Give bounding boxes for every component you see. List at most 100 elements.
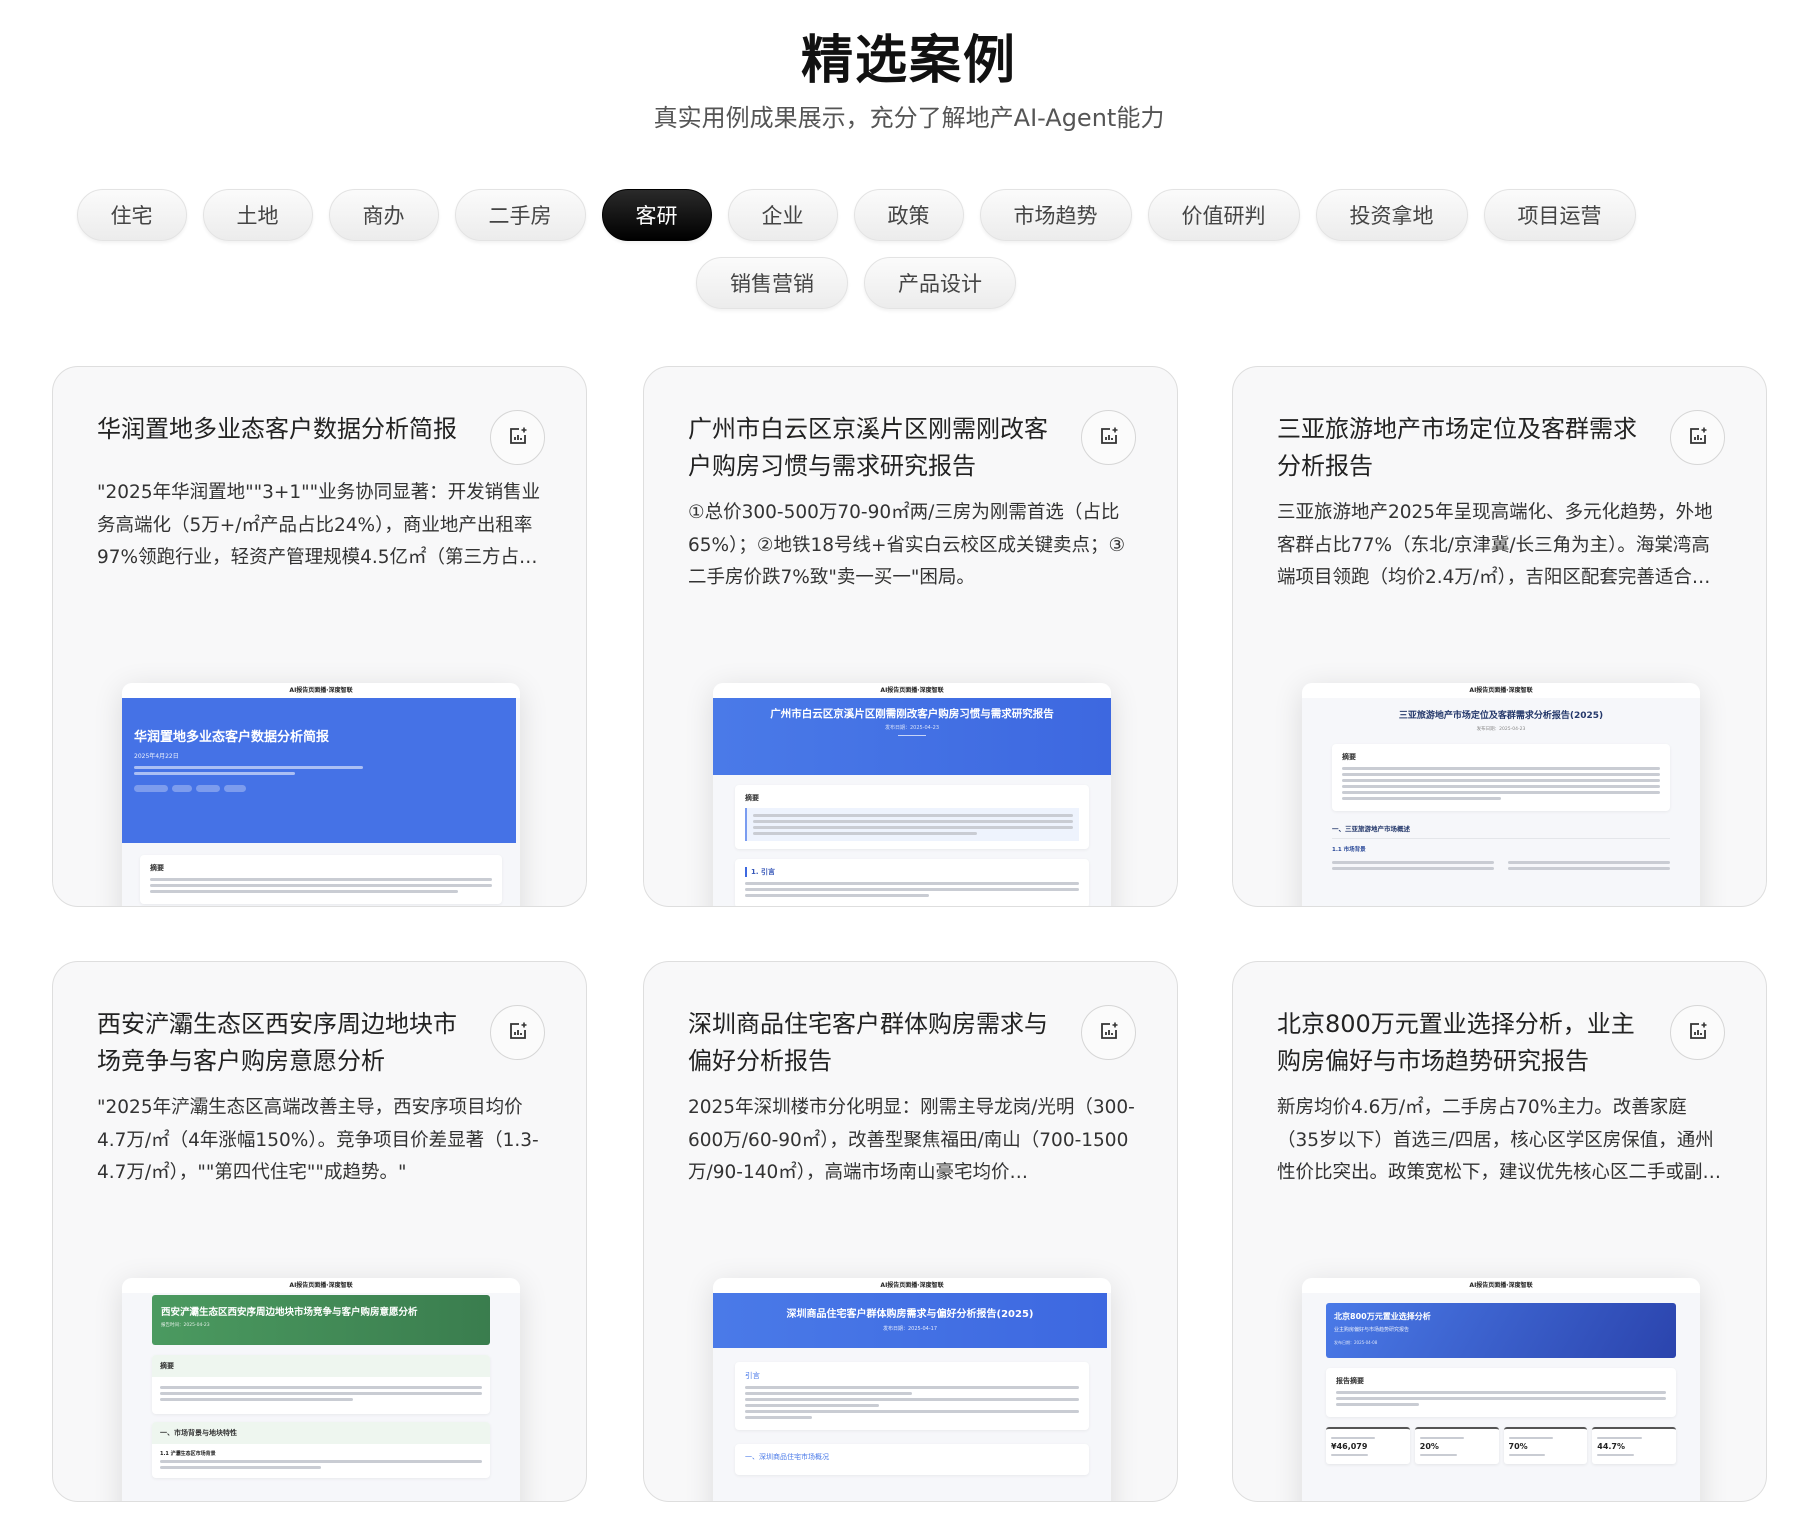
filter-tab-客研[interactable]: 客研 (601, 189, 712, 241)
preview-top-bar: AI报告页面播·深度智联 (713, 683, 1111, 698)
case-card[interactable]: 北京800万元置业选择分析，业主购房偏好与市场趋势研究报告 新房均价4.6万/㎡，… (1232, 961, 1767, 1502)
case-card[interactable]: 三亚旅游地产市场定位及客群需求分析报告 三亚旅游地产2025年呈现高端化、多元化趋… (1232, 366, 1767, 907)
preview-top-bar: AI报告页面播·深度智联 (122, 683, 520, 698)
preview-section: 一、深圳商品住宅市场概况 (735, 1444, 1089, 1475)
text-line-placeholder (753, 826, 1073, 829)
card-description: "2025年华润置地""3+1""业务协同显著：开发销售业务高端化（5万+/㎡产… (97, 482, 541, 568)
report-preview-thumbnail[interactable]: AI报告页面播·深度智联 深圳商品住宅客户群体购房需求与偏好分析报告(2025) 发… (713, 1278, 1111, 1501)
filter-tabs-row-1: 住宅 土地 商办 二手房 客研 企业 政策 市场趋势 价值研判 投资拿地 项目运营 (0, 189, 1712, 241)
card-description: 2025年深圳楼市分化明显：刚需主导龙岗/光明（300-600万/60-90㎡）… (688, 1097, 1135, 1183)
preview-report-title: 三亚旅游地产市场定位及客群需求分析报告(2025) (1398, 711, 1604, 721)
preview-section-heading: 一、市场背景与地块特性 (152, 1422, 490, 1444)
filter-tab-价值研判[interactable]: 价值研判 (1147, 189, 1300, 241)
preview-stat-value: 70% (1508, 1442, 1528, 1451)
case-card[interactable]: 广州市白云区京溪片区刚需刚改客户购房习惯与需求研究报告 ①总价300-500万70… (643, 366, 1178, 907)
preview-report-title: 广州市白云区京溪片区刚需刚改客户购房习惯与需求研究报告 (770, 708, 1054, 720)
preview-stat-value: ¥46,079 (1331, 1442, 1368, 1451)
text-line-placeholder (1597, 1437, 1642, 1439)
view-report-button[interactable] (1081, 1005, 1136, 1060)
preview-report-title: 深圳商品住宅客户群体购房需求与偏好分析报告(2025) (786, 1309, 1034, 1320)
filter-tab-住宅[interactable]: 住宅 (76, 189, 187, 241)
preview-section-body (152, 1377, 490, 1414)
text-line-placeholder (1336, 1391, 1666, 1394)
preview-banner: 西安浐灞生态区西安序周边地块市场竞争与客户购房意愿分析报告时间：2025-04-… (152, 1295, 490, 1345)
filter-tab-商办[interactable]: 商办 (328, 189, 439, 241)
text-line-placeholder (753, 832, 977, 835)
preview-report-date: 报告时间：2025-04-23 (161, 1323, 210, 1328)
text-line-placeholder (134, 772, 295, 775)
text-line-placeholder (1336, 1397, 1666, 1400)
text-line-placeholder (1342, 767, 1660, 770)
view-report-button[interactable] (1081, 410, 1136, 465)
view-report-button[interactable] (490, 1005, 545, 1060)
preview-report-title: 北京800万元置业选择分析 (1334, 1312, 1431, 1321)
preview-section-heading: 摘要 (152, 1355, 490, 1377)
preview-stat-card: 44.7% (1592, 1427, 1676, 1464)
case-card[interactable]: 华润置地多业态客户数据分析简报 "2025年华润置地""3+1""业务协同显著：开… (52, 366, 587, 907)
preview-body: 华润置地多业态客户数据分析简报 2025年4月22日 摘要 (122, 698, 520, 904)
filter-tab-土地[interactable]: 土地 (202, 189, 313, 241)
card-title: 北京800万元置业选择分析，业主购房偏好与市场趋势研究报告 (1277, 1010, 1635, 1075)
preview-section: 报告摘要 (1326, 1368, 1676, 1417)
page-subtitle: 真实用例成果展示，充分了解地产AI-Agent能力 (653, 104, 1165, 132)
preview-banner: 广州市白云区京溪片区刚需刚改客户购房习惯与需求研究报告 发布日期：2025-04-… (713, 698, 1111, 775)
preview-report-title: 西安浐灞生态区西安序周边地块市场竞争与客户购房意愿分析 (161, 1307, 418, 1318)
preview-report-date: 2025年4月22日 (134, 753, 179, 760)
filter-tab-项目运营[interactable]: 项目运营 (1483, 189, 1636, 241)
view-report-button[interactable] (1670, 1005, 1725, 1060)
text-line-placeholder (1419, 1454, 1457, 1456)
preview-stat-card: 20% (1414, 1427, 1499, 1464)
text-line-placeholder (1342, 791, 1660, 794)
preview-section-heading: 一、深圳商品住宅市场概况 (745, 1453, 829, 1461)
text-line-placeholder (1332, 861, 1494, 864)
text-line-placeholder (1597, 1454, 1635, 1456)
report-preview-thumbnail[interactable]: AI报告页面播·深度智联 广州市白云区京溪片区刚需刚改客户购房习惯与需求研究报告发… (713, 683, 1111, 906)
view-report-button[interactable] (490, 410, 545, 465)
preview-columns (1332, 858, 1670, 873)
text-line-placeholder (1508, 1454, 1546, 1456)
preview-body: 北京800万元置业选择分析 业主购房偏好与市场趋势研究报告 发布日期：2025-04… (1302, 1303, 1700, 1464)
report-preview-thumbnail[interactable]: AI报告页面播·深度智联 三亚旅游地产市场定位及客群需求分析报告(2025) 发布日… (1302, 683, 1700, 906)
preview-section: 摘要 (140, 855, 502, 904)
report-preview-thumbnail[interactable]: AI报告页面播·深度智联 华润置地多业态客户数据分析简报 2025年4月22日 摘要 (122, 683, 520, 906)
preview-top-bar: AI报告页面播·深度智联 (1302, 1278, 1700, 1293)
report-preview-thumbnail[interactable]: AI报告页面播·深度智联北京800万元置业选择分析 业主购房偏好与市场趋势研究报告… (1302, 1278, 1700, 1501)
preview-column (1508, 858, 1670, 873)
filter-tab-产品设计[interactable]: 产品设计 (864, 257, 1016, 309)
text-line-placeholder (134, 766, 364, 769)
preview-section-heading: 一、三亚旅游地产市场概述 (1332, 823, 1670, 839)
card-title: 广州市白云区京溪片区刚需刚改客户购房习惯与需求研究报告 (688, 415, 1048, 480)
preview-top-bar: AI报告页面播·深度智联 (1302, 683, 1700, 698)
filter-tab-企业[interactable]: 企业 (727, 189, 838, 241)
text-line-placeholder (1342, 785, 1660, 788)
case-card[interactable]: 西安浐灞生态区西安序周边地块市场竞争与客户购房意愿分析 "2025年浐灞生态区高端… (52, 961, 587, 1502)
preview-tag (224, 785, 246, 792)
text-line-placeholder (1508, 861, 1670, 864)
filter-tab-二手房[interactable]: 二手房 (454, 189, 586, 241)
text-line-placeholder (160, 1398, 354, 1401)
preview-stat-value: 44.7% (1597, 1442, 1626, 1451)
case-card[interactable]: 深圳商品住宅客户群体购房需求与偏好分析报告 2025年深圳楼市分化明显：刚需主导龙… (643, 961, 1178, 1502)
filter-tab-政策[interactable]: 政策 (853, 189, 964, 241)
preview-banner: 深圳商品住宅客户群体购房需求与偏好分析报告(2025) 发布日期：2025-04-… (713, 1293, 1107, 1348)
preview-subsection-heading: 1.1 市场背景 (1332, 847, 1366, 853)
filter-tab-销售营销[interactable]: 销售营销 (696, 257, 848, 309)
text-line-placeholder (1342, 797, 1501, 800)
filter-tab-市场趋势[interactable]: 市场趋势 (979, 189, 1132, 241)
text-line-placeholder (745, 1398, 1079, 1401)
preview-section: 1. 引言 (735, 859, 1089, 906)
text-line-placeholder (150, 878, 492, 881)
preview-section-heading: 摘要 (1342, 753, 1356, 761)
report-preview-thumbnail[interactable]: AI报告页面播·深度智联 西安浐灞生态区西安序周边地块市场竞争与客户购房意愿分析报… (122, 1278, 520, 1501)
text-line-placeholder (1332, 867, 1494, 870)
preview-tags (134, 785, 504, 792)
view-report-button[interactable] (1670, 410, 1725, 465)
preview-stat-value: 20% (1419, 1442, 1439, 1451)
text-line-placeholder (745, 888, 1079, 891)
preview-subsection-heading: 1.1 浐灞生态区市场背景 (160, 1451, 216, 1457)
preview-tag (196, 785, 220, 792)
preview-stat-cards: ¥46,079 20% 70% 44.7% (1326, 1427, 1676, 1464)
preview-report-subtitle: 业主购房偏好与市场趋势研究报告 (1334, 1327, 1410, 1333)
text-line-placeholder (1342, 773, 1660, 776)
filter-tab-投资拿地[interactable]: 投资拿地 (1315, 189, 1468, 241)
